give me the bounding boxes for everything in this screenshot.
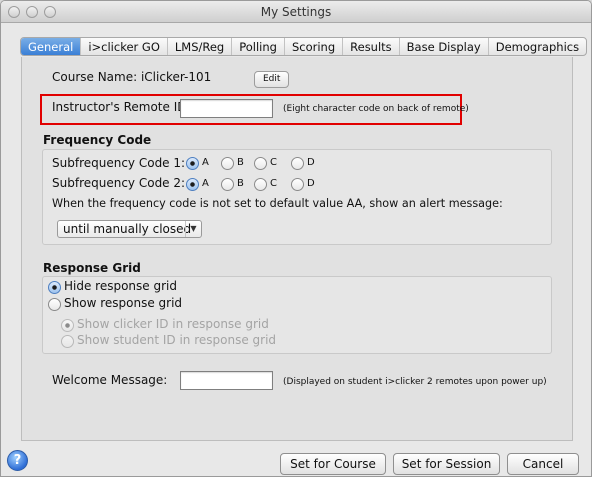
sub2-radio-b[interactable] xyxy=(221,178,234,191)
remote-id-input[interactable] xyxy=(180,99,273,118)
sub1-option-c: C xyxy=(270,157,277,168)
sub1-radio-c[interactable] xyxy=(254,157,267,170)
sub2-radio-c[interactable] xyxy=(254,178,267,191)
show-response-grid-radio[interactable] xyxy=(48,298,61,311)
alert-message-text: When the frequency code is not set to de… xyxy=(52,197,503,210)
sub1-radio-a[interactable] xyxy=(186,157,199,170)
sub2-option-d: D xyxy=(307,178,315,189)
title-bar: My Settings xyxy=(1,1,591,23)
sub1-option-b: B xyxy=(237,157,244,168)
sub2-radio-a[interactable] xyxy=(186,178,199,191)
set-for-session-button[interactable]: Set for Session xyxy=(393,453,500,475)
tab-results[interactable]: Results xyxy=(343,38,400,55)
sub2-option-c: C xyxy=(270,178,277,189)
sub2-radio-d[interactable] xyxy=(291,178,304,191)
show-student-id-label: Show student ID in response grid xyxy=(77,333,277,347)
sub1-radio-b[interactable] xyxy=(221,157,234,170)
sub2-option-b: B xyxy=(237,178,244,189)
remote-id-label: Instructor's Remote ID: xyxy=(52,100,191,114)
help-icon[interactable]: ? xyxy=(7,450,28,471)
tab-base-display[interactable]: Base Display xyxy=(400,38,489,55)
cancel-button[interactable]: Cancel xyxy=(507,453,579,475)
response-grid-header: Response Grid xyxy=(43,261,141,275)
sub1-radio-d[interactable] xyxy=(291,157,304,170)
show-clicker-id-radio[interactable] xyxy=(61,319,74,332)
welcome-message-input[interactable] xyxy=(180,371,273,390)
settings-window: My Settings General i>clicker GO LMS/Reg… xyxy=(0,0,592,477)
tab-bar: General i>clicker GO LMS/Reg Polling Sco… xyxy=(20,37,588,56)
hide-response-grid-label: Hide response grid xyxy=(64,279,177,293)
sub2-option-a: A xyxy=(202,178,209,189)
edit-course-button[interactable]: Edit xyxy=(254,71,290,88)
subfrequency-2-label: Subfrequency Code 2: xyxy=(52,176,186,190)
show-student-id-radio[interactable] xyxy=(61,335,74,348)
sub1-option-a: A xyxy=(202,157,209,168)
show-clicker-id-label: Show clicker ID in response grid xyxy=(77,317,269,331)
subfrequency-1-label: Subfrequency Code 1: xyxy=(52,156,186,170)
tab-scoring[interactable]: Scoring xyxy=(285,38,344,55)
window-title: My Settings xyxy=(260,5,332,19)
remote-id-note: (Eight character code on back of remote) xyxy=(283,104,469,114)
set-for-course-button[interactable]: Set for Course xyxy=(280,453,386,475)
course-name-label: Course Name: iClicker-101 xyxy=(52,70,212,84)
show-response-grid-label: Show response grid xyxy=(64,296,183,310)
tab-iclicker-go[interactable]: i>clicker GO xyxy=(81,38,168,55)
tab-general[interactable]: General xyxy=(21,38,82,55)
tab-demographics[interactable]: Demographics xyxy=(489,38,586,55)
alert-duration-select[interactable]: until manually closed ▼ xyxy=(57,220,202,238)
welcome-message-note: (Displayed on student i>clicker 2 remote… xyxy=(283,377,547,387)
frequency-code-header: Frequency Code xyxy=(43,133,152,147)
welcome-message-label: Welcome Message: xyxy=(52,373,168,387)
tab-lms-reg[interactable]: LMS/Reg xyxy=(168,38,233,55)
alert-duration-value: until manually closed xyxy=(63,222,192,236)
chevron-down-icon: ▼ xyxy=(185,221,201,237)
sub1-option-d: D xyxy=(307,157,315,168)
tab-polling[interactable]: Polling xyxy=(232,38,285,55)
hide-response-grid-radio[interactable] xyxy=(48,281,61,294)
